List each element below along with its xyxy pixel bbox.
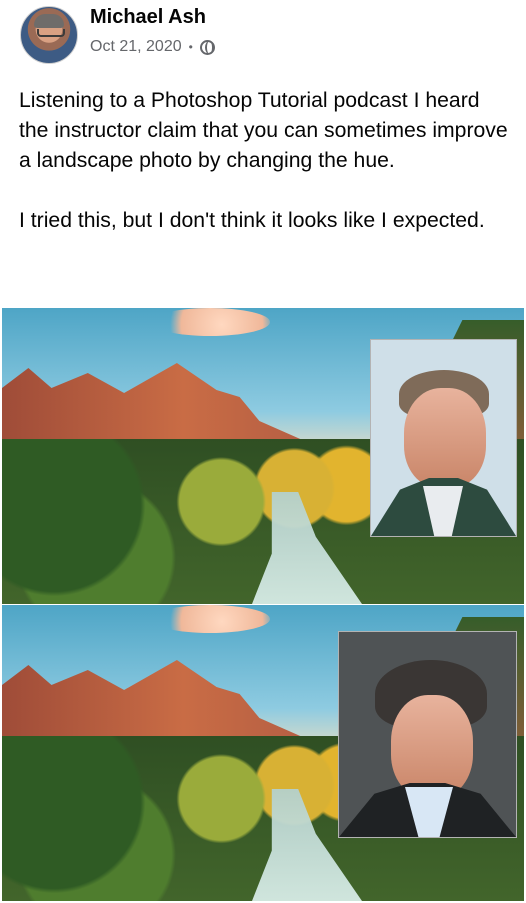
cloud <box>150 605 270 633</box>
meta-separator: • <box>188 40 193 54</box>
face-head <box>391 695 473 798</box>
post-paragraph: I tried this, but I don't think it looks… <box>19 209 485 232</box>
author-name[interactable]: Michael Ash <box>90 6 206 29</box>
face-photo-overlay[interactable] <box>370 339 517 537</box>
face-head <box>404 388 486 488</box>
post-meta: Oct 21, 2020 • <box>90 38 215 56</box>
photo-landscape[interactable] <box>2 605 524 901</box>
avatar-glasses <box>37 29 65 37</box>
globe-icon[interactable] <box>199 39 215 55</box>
cloud <box>150 308 270 336</box>
post-date[interactable]: Oct 21, 2020 <box>90 38 182 56</box>
post-paragraph: Listening to a Photoshop Tutorial podcas… <box>19 89 508 172</box>
post-text: Listening to a Photoshop Tutorial podcas… <box>19 86 508 236</box>
post-header: Michael Ash Oct 21, 2020 • <box>0 0 526 78</box>
photo-landscape[interactable] <box>2 308 524 604</box>
avatar[interactable] <box>20 6 78 64</box>
avatar-hair <box>34 14 64 28</box>
face-photo-overlay[interactable] <box>338 631 517 838</box>
